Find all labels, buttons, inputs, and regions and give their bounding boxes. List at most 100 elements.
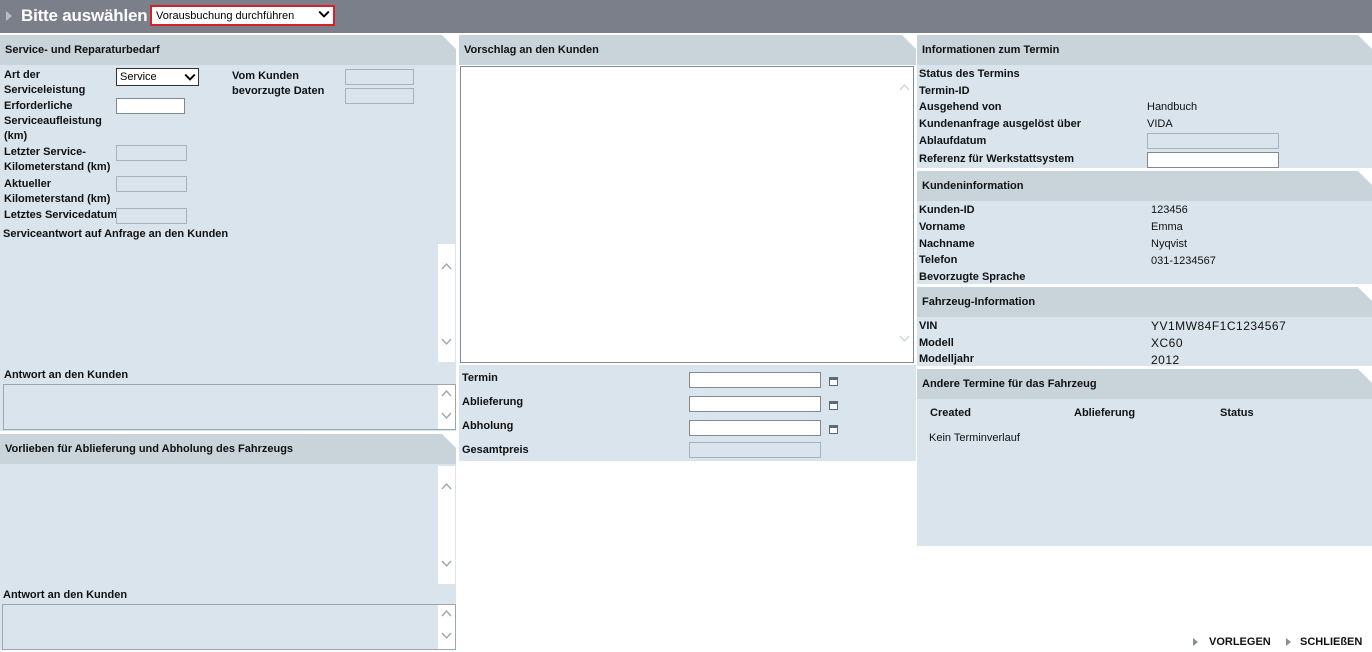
antwort-area-2[interactable]	[2, 604, 456, 650]
aktueller-km-field[interactable]	[116, 176, 187, 192]
schliessen-button[interactable]: SCHLIEßEN	[1300, 636, 1362, 648]
ablaufdatum-label: Ablaufdatum	[919, 135, 987, 147]
scroll-up-icon[interactable]	[441, 609, 452, 617]
col-created: Created	[930, 407, 971, 419]
ablaufdatum-field	[1147, 133, 1279, 149]
gesamtpreis-label: Gesamtpreis	[462, 444, 529, 456]
letzter-km-field[interactable]	[116, 145, 187, 161]
antwort-area-1[interactable]	[3, 384, 456, 430]
andere-termine-header: Andere Termine für das Fahrzeug	[917, 369, 1372, 399]
vorschlag-scrollbar[interactable]	[896, 67, 913, 361]
scroll-down-icon[interactable]	[441, 560, 452, 568]
vin-label: VIN	[919, 320, 938, 332]
erforderliche-label: Erforderliche Serviceaufleistung (km)	[4, 100, 102, 142]
vorlieben-scrollbar[interactable]	[438, 466, 455, 584]
art-select-value: Service	[120, 71, 157, 83]
bevorzugte-daten-label: Vom Kunden bevorzugte Daten	[232, 70, 325, 97]
top-bar: Bitte auswählen Vorausbuchung durchführe…	[0, 0, 1372, 33]
vorschlag-area[interactable]	[460, 66, 914, 363]
sprache-label: Bevorzugte Sprache	[919, 271, 1026, 283]
scroll-down-icon[interactable]	[899, 335, 910, 343]
scroll-down-icon[interactable]	[441, 632, 452, 640]
scroll-up-icon[interactable]	[441, 482, 452, 490]
termin-id-label: Termin-ID	[919, 85, 970, 97]
andere-termine-title: Andere Termine für das Fahrzeug	[922, 378, 1097, 390]
play-arrow-icon	[6, 11, 12, 21]
art-select[interactable]: Service	[116, 68, 199, 86]
status-label: Status des Termins	[919, 68, 1020, 80]
bevorzugte-date-1-field[interactable]	[345, 69, 414, 85]
kundenanfrage-label: Kundenanfrage ausgelöst über	[919, 118, 1081, 130]
antwort-scrollbar-2[interactable]	[438, 605, 455, 649]
letztes-datum-label: Letztes Servicedatum	[4, 209, 118, 221]
service-panel-title: Service- und Reparaturbedarf	[5, 44, 160, 56]
kundenanfrage-value: VIDA	[1147, 118, 1173, 130]
vorlegen-button[interactable]: VORLEGEN	[1209, 636, 1271, 648]
referenz-label: Referenz für Werkstattsystem	[919, 153, 1075, 165]
kunden-info-title: Kundeninformation	[922, 180, 1024, 192]
action-select[interactable]: Vorausbuchung durchführen	[150, 5, 335, 26]
vorlieben-panel-title: Vorlieben für Ablieferung und Abholung d…	[5, 443, 294, 455]
modelljahr-label: Modelljahr	[919, 353, 975, 365]
serviceantwort-label: Serviceantwort auf Anfrage an den Kunden	[3, 228, 229, 240]
modell-value: XC60	[1151, 336, 1184, 350]
antwort-label-2: Antwort an den Kunden	[3, 589, 128, 601]
antwort-scrollbar-1[interactable]	[438, 385, 455, 429]
abholung-label: Abholung	[462, 420, 514, 432]
vorname-value: Emma	[1151, 221, 1183, 233]
termin-label: Termin	[462, 372, 498, 384]
vorschlag-panel-header: Vorschlag an den Kunden	[459, 35, 916, 65]
vorname-label: Vorname	[919, 221, 966, 233]
scroll-down-icon[interactable]	[441, 338, 452, 346]
scroll-down-icon[interactable]	[441, 412, 452, 420]
referenz-field[interactable]	[1147, 152, 1279, 168]
vin-value: YV1MW84F1C1234567	[1151, 319, 1287, 333]
ablieferung-label: Ablieferung	[462, 396, 524, 408]
chevron-down-icon	[184, 73, 196, 81]
modell-label: Modell	[919, 337, 954, 349]
kunden-id-value: 123456	[1151, 204, 1188, 216]
serviceantwort-scrollbar[interactable]	[438, 244, 455, 362]
vorschlag-panel-title: Vorschlag an den Kunden	[464, 44, 599, 56]
termin-info-header: Informationen zum Termin	[917, 35, 1372, 65]
ausgehend-label: Ausgehend von	[919, 101, 1002, 113]
scroll-up-icon[interactable]	[441, 389, 452, 397]
kunden-info-header: Kundeninformation	[917, 171, 1372, 201]
col-status: Status	[1220, 407, 1254, 419]
gesamtpreis-field	[689, 442, 821, 458]
play-arrow-icon	[1286, 638, 1291, 646]
calendar-icon[interactable]	[829, 377, 838, 386]
telefon-label: Telefon	[919, 254, 958, 266]
action-select-value: Vorausbuchung durchführen	[156, 10, 295, 22]
antwort-label-1: Antwort an den Kunden	[4, 369, 129, 381]
scroll-up-icon[interactable]	[441, 262, 452, 270]
fahrzeug-info-header: Fahrzeug-Information	[917, 287, 1372, 317]
nachname-value: Nyqvist	[1151, 238, 1188, 250]
termin-info-title: Informationen zum Termin	[922, 44, 1060, 56]
vorlieben-panel-header: Vorlieben für Ablieferung und Abholung d…	[0, 434, 456, 464]
modelljahr-value: 2012	[1151, 353, 1180, 367]
aktueller-km-label: Aktueller Kilometerstand (km)	[4, 178, 111, 205]
termin-field[interactable]	[689, 372, 821, 388]
abholung-field[interactable]	[689, 420, 821, 436]
scroll-up-icon[interactable]	[899, 83, 910, 91]
col-ablieferung: Ablieferung	[1074, 407, 1136, 419]
service-panel-header: Service- und Reparaturbedarf	[0, 35, 456, 65]
bevorzugte-date-2-field[interactable]	[345, 88, 414, 104]
letztes-datum-field[interactable]	[116, 208, 187, 224]
kunden-id-label: Kunden-ID	[919, 204, 975, 216]
letzter-km-label: Letzter Service-Kilometerstand (km)	[4, 146, 111, 173]
ausgehend-value: Handbuch	[1147, 101, 1198, 113]
telefon-value: 031-1234567	[1151, 255, 1216, 267]
calendar-icon[interactable]	[829, 425, 838, 434]
fahrzeug-info-title: Fahrzeug-Information	[922, 296, 1036, 308]
chevron-down-icon	[318, 10, 330, 18]
empty-history-text: Kein Terminverlauf	[929, 432, 1020, 444]
page-title: Bitte auswählen	[21, 6, 148, 25]
nachname-label: Nachname	[919, 238, 975, 250]
serviceantwort-area[interactable]	[1, 244, 456, 364]
play-arrow-icon	[1193, 638, 1198, 646]
ablieferung-field[interactable]	[689, 396, 821, 412]
calendar-icon[interactable]	[829, 401, 838, 410]
erforderliche-field[interactable]	[116, 98, 185, 114]
